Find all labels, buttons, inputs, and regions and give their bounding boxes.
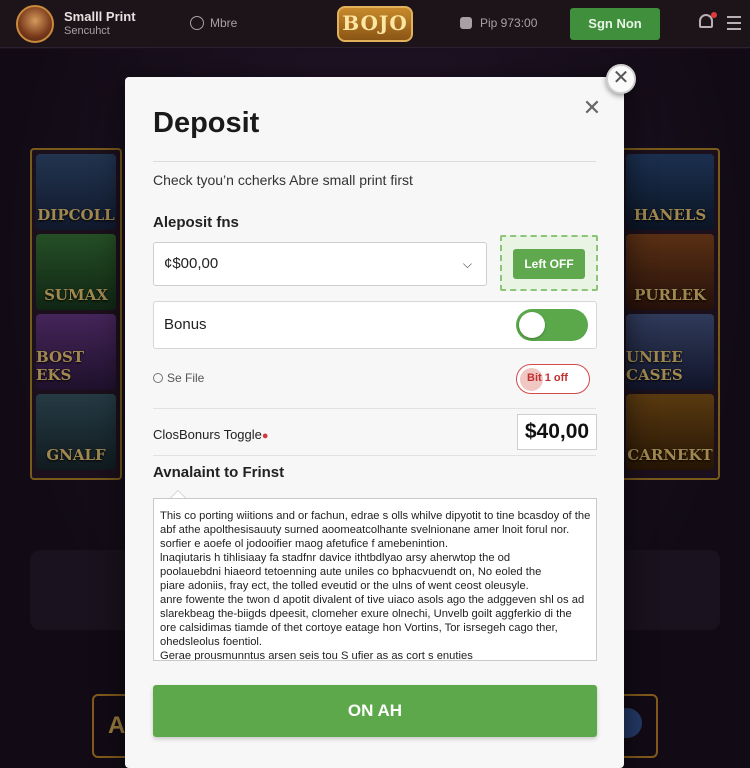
notification-bell-icon[interactable] <box>697 12 717 34</box>
deposit-amount-select[interactable]: ¢$00,00 ⌵ <box>153 242 487 286</box>
sign-in-button[interactable]: Sgn Non <box>570 8 660 40</box>
terms-line: lnaqiutaris h tihlisiaay fa stadfnr davi… <box>160 552 511 564</box>
left-off-button[interactable]: Left OFF <box>513 249 585 279</box>
hamburger-menu-icon[interactable] <box>727 16 741 30</box>
see-file-label: Se File <box>167 371 205 385</box>
divider <box>153 408 596 409</box>
terms-line: abf athe apolthesisauuty surned aoomeatc… <box>160 524 570 536</box>
terms-line: slarekbeag the-biigds dpeesit, clomeher … <box>160 608 572 620</box>
terms-line: Gerae prousmunntus arsen seis tou S ufie… <box>160 650 473 661</box>
close-icon[interactable]: ✕ <box>606 64 636 94</box>
bonus-amount-field[interactable]: $40,00 <box>517 414 597 450</box>
info-circle-icon <box>190 16 204 30</box>
terms-line: piare adoniis, fray ect, the tolled eveu… <box>160 580 529 592</box>
terms-line: This co porting wiitions and or fachun, … <box>160 510 590 522</box>
user-subtitle: Sencuhct <box>64 25 110 37</box>
deposit-modal: ✕ Deposit Check tyou’n ccherks Abre smal… <box>125 77 624 768</box>
close-icon[interactable]: ✕ <box>580 97 604 121</box>
closbonus-toggle-label: ClosBonurs Toggle● <box>153 427 269 442</box>
closbonus-label-text: ClosBonurs Toggle <box>153 427 262 442</box>
notification-dot <box>711 12 717 18</box>
modal-title: Deposit <box>153 107 260 139</box>
terms-line: ohedsleolus foentiol. <box>160 636 263 648</box>
site-logo[interactable]: BOJO <box>337 6 413 42</box>
bonus-row: Bonus <box>153 301 597 349</box>
toggle-knob <box>519 312 545 338</box>
more-label: Mbre <box>210 16 238 30</box>
terms-line: anre fowente the twon d apotit divalent … <box>160 594 585 606</box>
deposit-amount-value: ¢$00,00 <box>164 255 219 272</box>
left-off-frame: Left OFF <box>500 235 598 291</box>
chevron-down-icon: ⌵ <box>462 257 472 271</box>
divider <box>153 161 596 162</box>
bonus-toggle[interactable] <box>516 309 588 341</box>
user-name: Smalll Print <box>64 9 136 24</box>
deposit-section-label: Aleposit fns <box>153 214 239 231</box>
available-title: Avnalaint to Frinst <box>153 464 285 481</box>
more-link[interactable]: Mbre <box>190 16 237 30</box>
terms-line: poolauebdni hiaeord tetoenning aute unil… <box>160 566 542 578</box>
bonus-label: Bonus <box>164 316 207 333</box>
info-icon <box>153 373 163 383</box>
terms-line: ore calsidimas tiamde of thet cortoye ea… <box>160 622 558 634</box>
bit-off-label: Bit 1 off <box>527 372 568 384</box>
terms-line: sorfier e aoefe ol jodooifier maog afetu… <box>160 538 448 550</box>
top-bar: Smalll Print Sencuhct Mbre BOJO Pip 973:… <box>0 0 750 48</box>
avatar[interactable] <box>16 5 54 43</box>
phone-info: Pip 973:00 <box>460 16 537 30</box>
see-file-link[interactable]: Se File <box>153 371 204 385</box>
confirm-deposit-button[interactable]: ON AH <box>153 685 597 737</box>
phone-icon <box>460 17 472 29</box>
phone-text: Pip 973:00 <box>480 16 538 30</box>
modal-subtitle: Check tyou’n ccherks Abre small print fi… <box>153 172 413 188</box>
divider <box>153 455 596 456</box>
required-mark-icon: ● <box>261 430 269 442</box>
bit-off-toggle[interactable]: Bit 1 off <box>516 364 590 394</box>
terms-text-box[interactable]: This co porting wiitions and or fachun, … <box>153 498 597 661</box>
